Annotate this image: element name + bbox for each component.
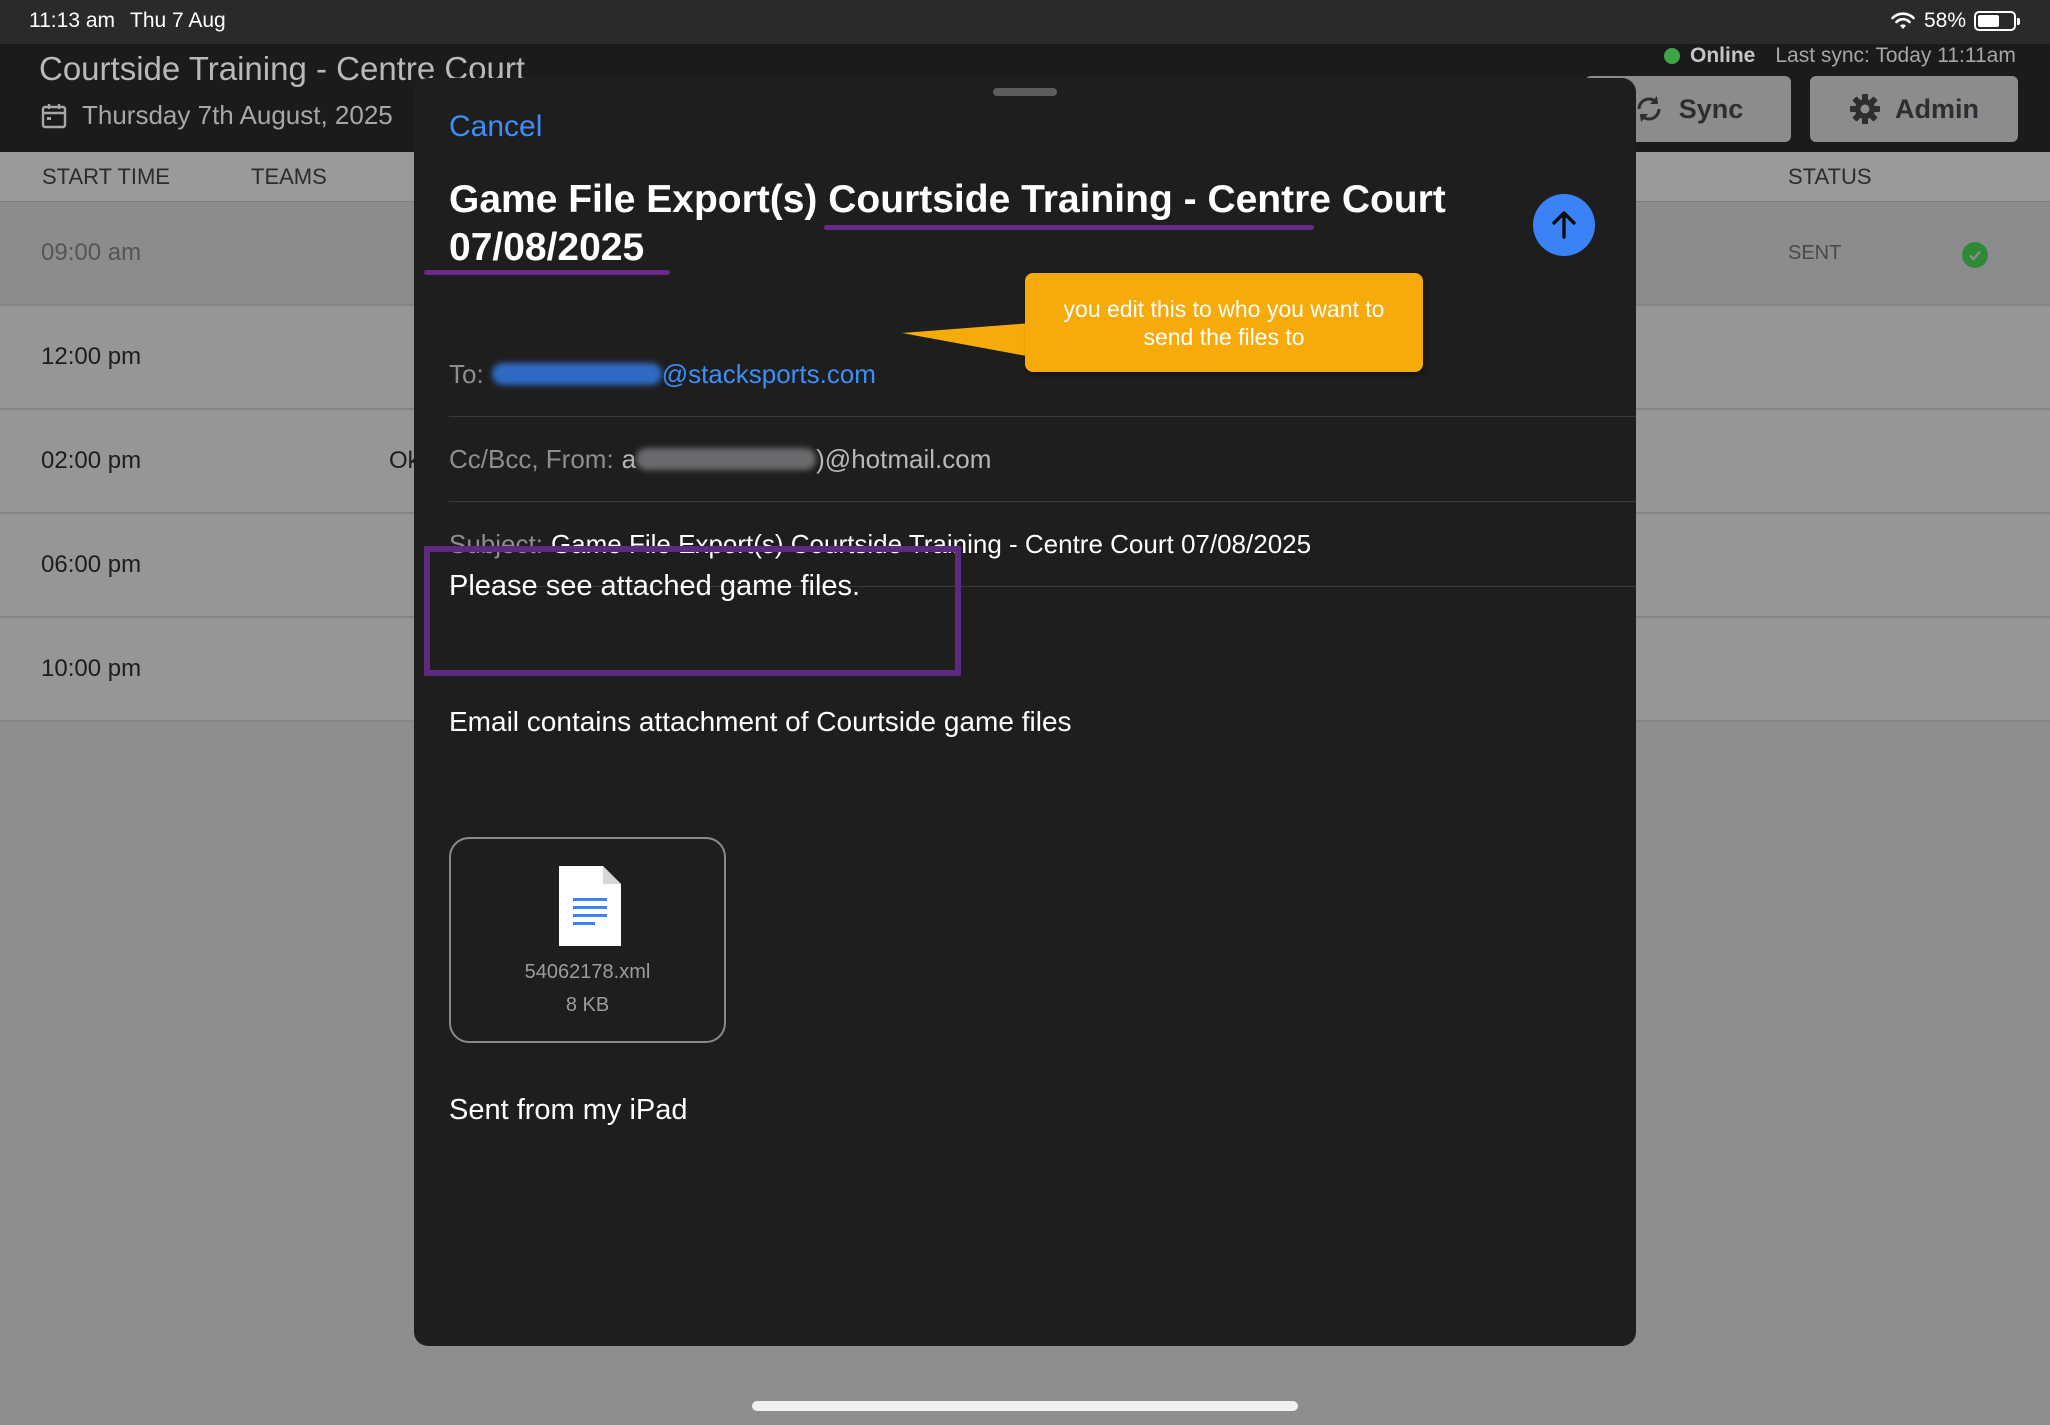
title-venue: Courtside Training - Centre Court xyxy=(828,178,1446,221)
last-sync-label: Last sync: Today 11:11am xyxy=(1775,44,2016,67)
row-status: SENT xyxy=(1788,242,1842,264)
attachment-name: 54062178.xml xyxy=(524,961,651,983)
arrow-up-icon xyxy=(1552,211,1576,239)
wifi-icon xyxy=(1891,12,1915,29)
body-highlight-annotation xyxy=(424,546,961,676)
cc-initial: a xyxy=(621,443,637,474)
sync-icon xyxy=(1637,96,1661,122)
battery-percent: 58% xyxy=(1923,9,1966,32)
cc-domain: )@hotmail.com xyxy=(816,443,992,474)
admin-button[interactable]: Admin xyxy=(1810,76,2018,142)
to-label: To: xyxy=(449,358,484,389)
status-time: 11:13 am xyxy=(29,9,115,32)
battery-icon xyxy=(1974,11,2020,31)
redacted-sender xyxy=(636,448,817,470)
sync-button-label: Sync xyxy=(1678,93,1744,124)
column-header-status: STATUS xyxy=(1788,164,1872,189)
app-date-label: Thursday 7th August, 2025 xyxy=(82,100,393,130)
row-start-time: 12:00 pm xyxy=(41,343,142,370)
send-button[interactable] xyxy=(1533,194,1595,256)
check-circle-icon xyxy=(1962,242,1988,268)
row-start-time: 02:00 pm xyxy=(41,447,142,474)
home-indicator[interactable] xyxy=(752,1401,1298,1411)
gear-icon xyxy=(1850,94,1880,124)
cancel-button[interactable]: Cancel xyxy=(449,110,542,144)
row-start-time: 09:00 am xyxy=(41,239,142,266)
row-start-time: 06:00 pm xyxy=(41,551,142,578)
title-date: 07/08/2025 xyxy=(449,226,645,269)
venue-underline-annotation xyxy=(824,225,1314,230)
to-domain: @stacksports.com xyxy=(661,358,876,389)
signature: Sent from my iPad xyxy=(449,1094,688,1126)
compose-title: Game File Export(s) Courtside Training -… xyxy=(449,176,1449,272)
sheet-grabber[interactable] xyxy=(993,88,1057,96)
column-header-teams: TEAMS xyxy=(251,164,327,189)
attachment-card[interactable]: 54062178.xml 8 KB xyxy=(449,837,726,1043)
cc-bcc-from-field[interactable]: Cc/Bcc, From: a )@hotmail.com xyxy=(449,417,1636,502)
online-dot-icon xyxy=(1664,48,1680,64)
status-date: Thu 7 Aug xyxy=(130,9,226,32)
column-header-start-time: START TIME xyxy=(42,164,170,189)
cc-label: Cc/Bcc, From: xyxy=(449,443,614,474)
attachment-note: Email contains attachment of Courtside g… xyxy=(449,706,1072,737)
redacted-recipient xyxy=(491,363,662,385)
online-label: Online xyxy=(1690,44,1756,67)
mail-compose-sheet: Cancel Game File Export(s) Courtside Tra… xyxy=(414,78,1636,1346)
online-status: Online Last sync: Today 11:11am xyxy=(1664,44,2016,68)
document-icon xyxy=(559,866,621,946)
calendar-icon xyxy=(41,103,67,128)
status-bar: 11:13 am Thu 7 Aug 58% xyxy=(0,0,2050,44)
row-start-time: 10:00 pm xyxy=(41,655,142,682)
date-underline-annotation xyxy=(424,270,670,275)
admin-button-label: Admin xyxy=(1895,93,1979,124)
callout-pointer xyxy=(902,323,1032,357)
date-picker[interactable]: Thursday 7th August, 2025 xyxy=(40,100,393,131)
callout-annotation: you edit this to who you want to send th… xyxy=(1025,273,1423,372)
title-prefix: Game File Export(s) xyxy=(449,178,829,221)
attachment-size: 8 KB xyxy=(565,994,610,1016)
status-right: 58% xyxy=(1890,9,2020,33)
